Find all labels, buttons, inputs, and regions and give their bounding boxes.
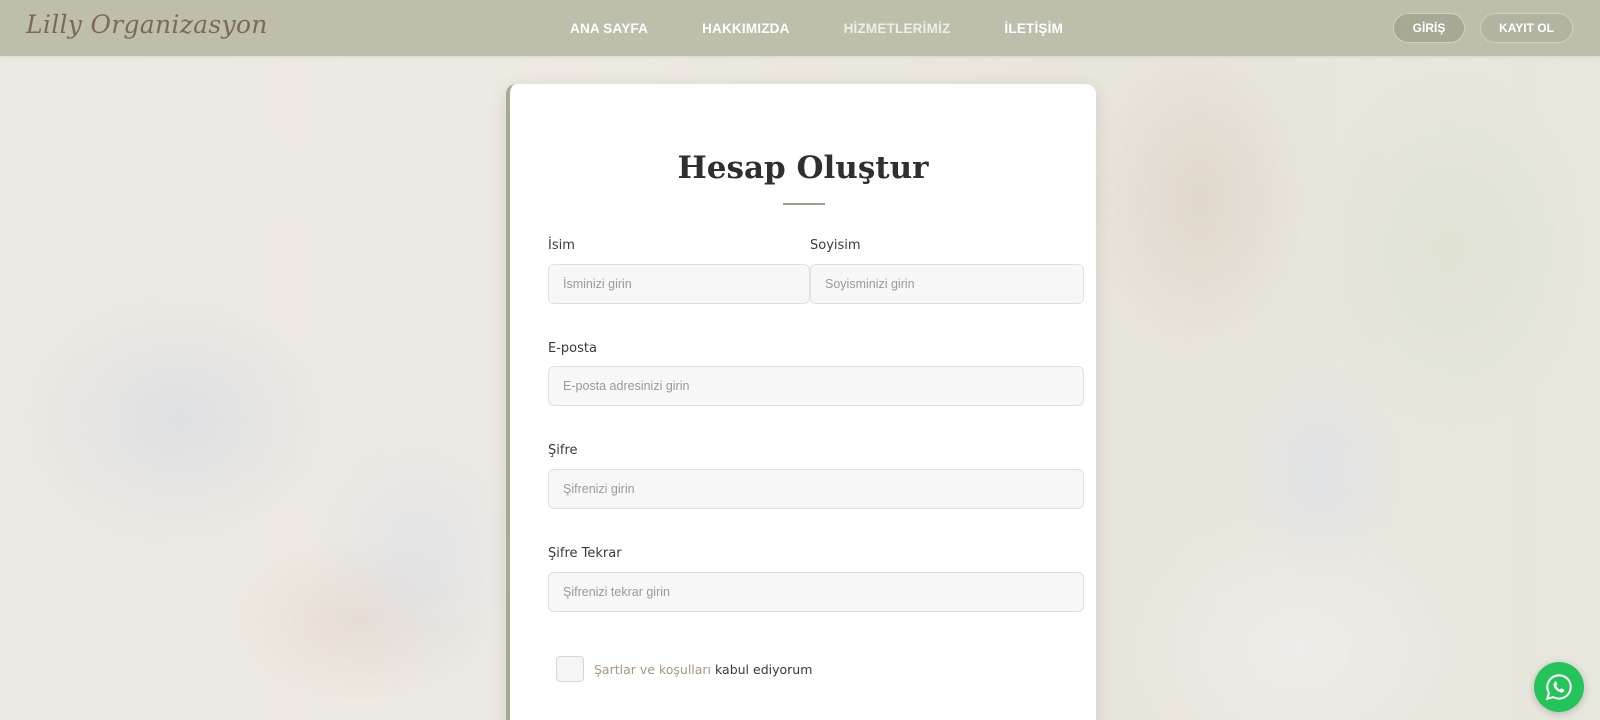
password-repeat-input[interactable] [548,572,1084,612]
terms-suffix: kabul ediyorum [711,662,813,677]
first-name-input[interactable] [548,264,810,304]
terms-checkbox[interactable] [556,656,584,682]
first-name-label: İsim [548,238,575,253]
password-repeat-label: Şifre Tekrar [548,546,622,561]
login-button[interactable]: GİRİŞ [1393,13,1465,43]
brand-logo[interactable]: Lilly Organizasyon [26,10,268,39]
email-input[interactable] [548,366,1084,406]
password-input[interactable] [548,469,1084,509]
nav-link-services[interactable]: HİZMETLERİMİZ [844,21,951,36]
nav-link-about[interactable]: HAKKIMIZDA [702,21,790,36]
terms-text: Şartlar ve koşulları kabul ediyorum [594,662,812,677]
title-divider [783,203,825,205]
whatsapp-button[interactable] [1534,662,1584,712]
terms-link[interactable]: Şartlar ve koşulları [594,662,711,677]
last-name-input[interactable] [810,264,1084,304]
register-button[interactable]: KAYIT OL [1480,13,1573,43]
navbar: Lilly Organizasyon ANA SAYFA HAKKIMIZDA … [0,0,1600,56]
page-title: Hesap Oluştur [677,150,929,186]
main-nav: ANA SAYFA HAKKIMIZDA HİZMETLERİMİZ İLETİ… [570,0,1063,56]
password-label: Şifre [548,443,578,458]
register-card: Hesap Oluştur İsim Soyisim E-posta Şifre… [506,84,1096,720]
nav-link-home[interactable]: ANA SAYFA [570,21,648,36]
nav-link-contact[interactable]: İLETİŞİM [1004,21,1063,36]
email-label: E-posta [548,341,597,356]
whatsapp-icon [1545,674,1572,701]
last-name-label: Soyisim [810,238,861,253]
